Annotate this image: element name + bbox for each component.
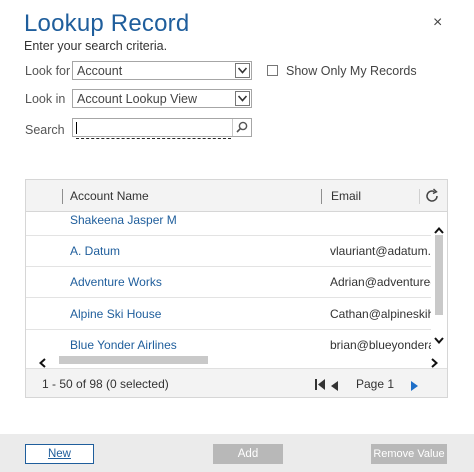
column-separator bbox=[62, 189, 63, 204]
chevron-down-icon[interactable] bbox=[434, 331, 444, 349]
previous-page-icon[interactable] bbox=[331, 378, 338, 396]
scrollbar-thumb[interactable] bbox=[435, 235, 443, 315]
show-only-my-records-checkbox[interactable] bbox=[267, 65, 278, 76]
grid-header: Account Name Email bbox=[26, 180, 447, 212]
chevron-down-icon[interactable] bbox=[235, 91, 250, 106]
look-in-value: Account Lookup View bbox=[77, 92, 197, 106]
account-name-link[interactable]: Alpine Ski House bbox=[70, 307, 161, 321]
scrollbar-thumb[interactable] bbox=[59, 356, 208, 364]
search-icon[interactable] bbox=[232, 119, 251, 136]
table-row[interactable]: Blue Yonder Airlines brian@blueyonderai bbox=[26, 330, 431, 354]
show-only-my-records-label: Show Only My Records bbox=[286, 64, 417, 78]
account-name-link[interactable]: Adventure Works bbox=[70, 275, 162, 289]
horizontal-scrollbar[interactable] bbox=[26, 353, 447, 368]
column-header-account-name[interactable]: Account Name bbox=[70, 189, 149, 203]
look-for-label: Look for bbox=[25, 64, 71, 78]
first-page-icon[interactable] bbox=[315, 377, 325, 395]
dialog-subtitle: Enter your search criteria. bbox=[24, 39, 168, 53]
next-page-icon[interactable] bbox=[411, 378, 418, 396]
records-grid: Account Name Email Shakeena Jasper M A. … bbox=[25, 179, 448, 398]
record-count: 1 - 50 of 98 (0 selected) bbox=[42, 377, 169, 391]
grid-rows: Shakeena Jasper M A. Datum vlauriant@ada… bbox=[26, 212, 431, 354]
email-cell: vlauriant@adatum.cc bbox=[330, 244, 431, 258]
account-name-link[interactable]: A. Datum bbox=[70, 244, 120, 258]
search-label: Search bbox=[25, 123, 65, 137]
page-label: Page 1 bbox=[356, 377, 395, 391]
table-row[interactable]: Shakeena Jasper M bbox=[26, 212, 431, 236]
table-row[interactable]: Alpine Ski House Cathan@alpineskiho bbox=[26, 299, 431, 330]
close-icon[interactable]: × bbox=[433, 14, 442, 32]
email-cell: brian@blueyonderai bbox=[330, 338, 431, 352]
column-separator bbox=[321, 189, 322, 204]
chevron-down-icon[interactable] bbox=[235, 63, 250, 78]
new-button[interactable]: New bbox=[25, 444, 94, 464]
refresh-icon[interactable] bbox=[424, 188, 440, 209]
dialog-title: Lookup Record bbox=[24, 10, 190, 37]
vertical-scrollbar[interactable] bbox=[431, 212, 447, 354]
email-cell: Adrian@adventure-w bbox=[330, 275, 431, 289]
dialog-footer: New Add Remove Value bbox=[0, 434, 474, 472]
column-header-email[interactable]: Email bbox=[331, 189, 361, 203]
text-caret bbox=[76, 122, 77, 134]
focus-outline bbox=[76, 138, 231, 139]
table-row[interactable]: A. Datum vlauriant@adatum.cc bbox=[26, 236, 431, 267]
look-for-value: Account bbox=[77, 64, 123, 78]
add-button[interactable]: Add bbox=[213, 444, 283, 464]
table-row[interactable]: Adventure Works Adrian@adventure-w bbox=[26, 267, 431, 298]
look-for-select[interactable]: Account bbox=[72, 61, 252, 80]
look-in-label: Look in bbox=[25, 92, 66, 106]
search-input[interactable] bbox=[72, 118, 252, 139]
look-in-select[interactable]: Account Lookup View bbox=[72, 89, 252, 108]
grid-footer: 1 - 50 of 98 (0 selected) Page 1 bbox=[26, 368, 447, 397]
remove-value-button[interactable]: Remove Value bbox=[371, 444, 447, 464]
account-name-link[interactable]: Blue Yonder Airlines bbox=[70, 338, 177, 352]
account-name-link[interactable]: Shakeena Jasper M bbox=[70, 213, 177, 227]
email-cell: Cathan@alpineskiho bbox=[330, 307, 431, 321]
column-separator bbox=[419, 189, 420, 204]
